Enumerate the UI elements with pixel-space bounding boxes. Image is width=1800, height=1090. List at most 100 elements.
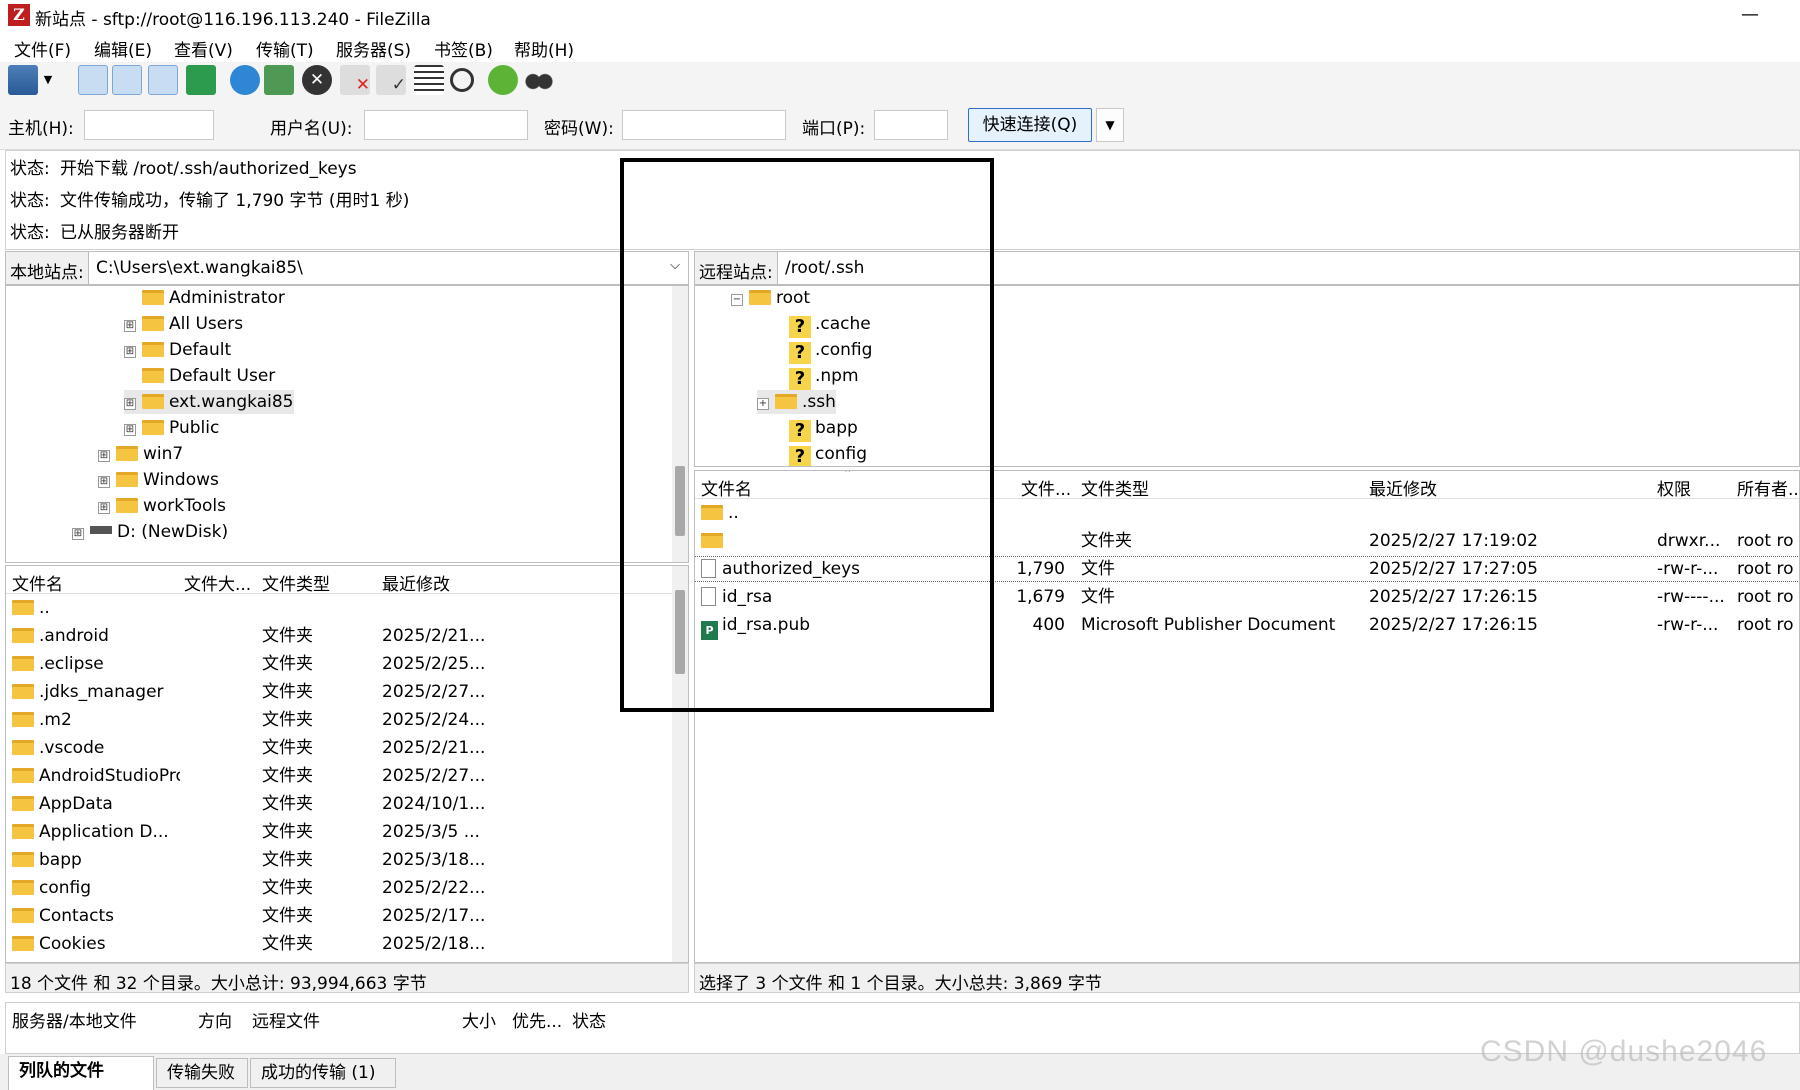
folder-icon: [116, 446, 138, 461]
port-input[interactable]: [874, 110, 948, 140]
directory-listing-filters-icon[interactable]: [414, 65, 444, 95]
expand-icon[interactable]: ⊞: [124, 398, 136, 410]
file-modified-cell: 2025/2/25...: [382, 654, 486, 674]
toggle-queue-icon[interactable]: [186, 65, 216, 95]
menu-bookmarks[interactable]: 书签(B): [434, 36, 493, 61]
expand-icon[interactable]: ⊞: [124, 346, 136, 358]
expand-icon[interactable]: ⊞: [72, 528, 84, 540]
folder-icon: [116, 498, 138, 513]
col-modified[interactable]: 最近修改: [1369, 475, 1639, 500]
file-name-cell: ..: [12, 596, 180, 620]
col-filesize[interactable]: 文件大...: [184, 570, 258, 595]
table-row[interactable]: config 文件夹 2025/2/22...: [6, 876, 672, 900]
table-row[interactable]: AndroidStudioProjects 文件夹 2025/2/27...: [6, 764, 672, 788]
local-file-list: 文件名 文件大... 文件类型 最近修改 .. .android 文件夹 2025/2…: [5, 565, 689, 963]
local-list-header: 文件名 文件大... 文件类型 最近修改: [6, 566, 672, 595]
table-row[interactable]: .android 文件夹 2025/2/21...: [6, 624, 672, 648]
queue-col-status[interactable]: 状态: [572, 1007, 606, 1032]
table-row[interactable]: Contacts 文件夹 2025/2/17...: [6, 904, 672, 928]
menu-file[interactable]: 文件(F): [14, 36, 71, 61]
table-row[interactable]: Cookies 文件夹 2025/2/18...: [6, 932, 672, 956]
reconnect-icon[interactable]: ✓: [376, 65, 406, 95]
menu-view[interactable]: 查看(V): [174, 36, 233, 61]
tree-node[interactable]: Default User: [124, 364, 275, 388]
username-input[interactable]: [364, 110, 528, 140]
col-filetype[interactable]: 文件类型: [1081, 475, 1351, 500]
folder-icon: [12, 684, 34, 699]
search-binoculars-icon[interactable]: [524, 65, 554, 95]
menu-help[interactable]: 帮助(H): [514, 36, 574, 61]
tab-queued-files[interactable]: 列队的文件: [8, 1056, 154, 1090]
folder-icon: [142, 342, 164, 357]
table-row[interactable]: .eclipse 文件夹 2025/2/25...: [6, 652, 672, 676]
table-row[interactable]: bapp 文件夹 2025/3/18...: [6, 848, 672, 872]
tree-node[interactable]: ⊞ win7: [98, 442, 183, 466]
minimize-button[interactable]: —: [1730, 0, 1770, 30]
menu-server[interactable]: 服务器(S): [336, 36, 411, 61]
table-row[interactable]: AppData 文件夹 2024/10/1...: [6, 792, 672, 816]
queue-col-direction[interactable]: 方向: [198, 1007, 232, 1032]
table-row[interactable]: .jdks_manager 文件夹 2025/2/27...: [6, 680, 672, 704]
tree-node[interactable]: ⊞ Public: [124, 416, 219, 440]
tree-node[interactable]: ⊞ workTools: [98, 494, 226, 518]
queue-col-priority[interactable]: 优先...: [512, 1007, 562, 1032]
file-owner-cell: root ro: [1737, 559, 1794, 579]
col-filename[interactable]: 文件名: [12, 570, 172, 595]
expand-icon[interactable]: ⊞: [124, 424, 136, 436]
password-input[interactable]: [622, 110, 786, 140]
sync-browsing-icon[interactable]: [488, 65, 518, 95]
col-owner[interactable]: 所有者...: [1737, 475, 1799, 500]
tree-node[interactable]: Administrator: [124, 286, 285, 310]
table-row[interactable]: .vscode 文件夹 2025/2/21...: [6, 736, 672, 760]
process-queue-icon[interactable]: [264, 65, 294, 95]
site-manager-icon[interactable]: [8, 65, 38, 95]
folder-icon: [12, 936, 34, 951]
col-filetype[interactable]: 文件类型: [262, 570, 378, 595]
expand-icon[interactable]: ⊞: [124, 320, 136, 332]
file-name-cell: .m2: [12, 708, 180, 732]
queue-col-size[interactable]: 大小: [462, 1007, 496, 1032]
tab-failed-transfers[interactable]: 传输失败: [156, 1058, 248, 1088]
password-label: 密码(W):: [544, 119, 614, 139]
refresh-icon[interactable]: [230, 65, 260, 95]
disconnect-icon[interactable]: ✕: [340, 65, 370, 95]
host-input[interactable]: [84, 110, 214, 140]
expand-icon[interactable]: ⊞: [98, 476, 110, 488]
table-row[interactable]: Application D... 文件夹 2025/3/5 ...: [6, 820, 672, 844]
table-row[interactable]: .m2 文件夹 2025/2/24...: [6, 708, 672, 732]
log-label: 状态:: [10, 223, 50, 243]
expand-icon[interactable]: ⊞: [98, 450, 110, 462]
tree-node[interactable]: ⊞ Windows: [98, 468, 219, 492]
file-type-cell: 文件夹: [262, 906, 313, 926]
menu-transfer[interactable]: 传输(T): [256, 36, 314, 61]
folder-icon: [142, 420, 164, 435]
quickconnect-button[interactable]: 快速连接(Q): [968, 108, 1092, 142]
col-filesize[interactable]: 文件...: [1021, 475, 1071, 500]
tree-node[interactable]: ⊞ D: (NewDisk): [72, 520, 228, 544]
cancel-icon[interactable]: ✕: [302, 65, 332, 95]
toggle-remote-tree-icon[interactable]: [148, 65, 178, 95]
table-row[interactable]: ..: [6, 596, 672, 620]
tree-node-selected[interactable]: ⊞ ext.wangkai85: [124, 390, 294, 414]
queue-col-remote[interactable]: 远程文件: [252, 1007, 320, 1032]
dir-comparison-icon[interactable]: [450, 68, 474, 92]
site-manager-dropdown-icon[interactable]: ▼: [40, 65, 56, 95]
folder-icon: [142, 316, 164, 331]
expand-icon[interactable]: ⊞: [98, 502, 110, 514]
toggle-local-tree-icon[interactable]: [112, 65, 142, 95]
folder-icon: [142, 394, 164, 409]
queue-col-server-local[interactable]: 服务器/本地文件: [12, 1007, 137, 1032]
local-path-input[interactable]: C:\Users\ext.wangkai85\: [96, 258, 303, 278]
col-permissions[interactable]: 权限: [1657, 475, 1727, 500]
tab-successful-transfers[interactable]: 成功的传输 (1): [250, 1058, 396, 1088]
tree-node[interactable]: ⊞ Default: [124, 338, 231, 362]
file-name-cell: .jdks_manager: [12, 680, 180, 704]
menu-edit[interactable]: 编辑(E): [94, 36, 152, 61]
col-modified[interactable]: 最近修改: [382, 570, 498, 595]
toggle-log-icon[interactable]: [78, 65, 108, 95]
folder-icon: [12, 824, 34, 839]
file-type-cell: 文件: [1081, 559, 1115, 579]
quickconnect-history-dropdown-icon[interactable]: ▼: [1096, 108, 1124, 142]
tree-node[interactable]: ⊞ All Users: [124, 312, 243, 336]
local-status-bar: 18 个文件 和 32 个目录。大小总计: 93,994,663 字节: [5, 963, 689, 994]
